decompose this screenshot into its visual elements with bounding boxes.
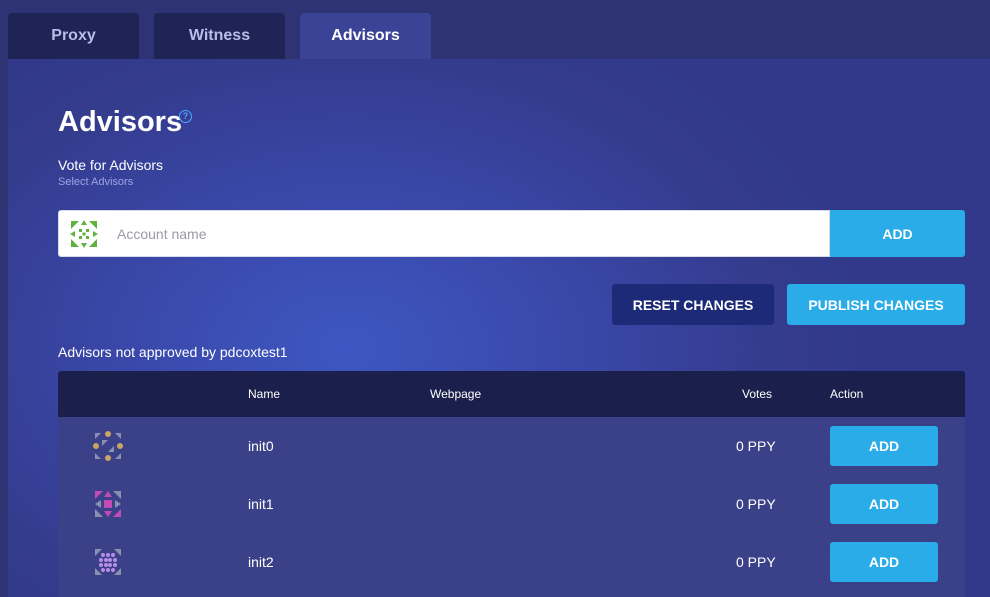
add-advisor-button[interactable]: ADD	[830, 426, 938, 466]
column-header-action: Action	[830, 387, 864, 401]
publish-changes-button[interactable]: PUBLISH CHANGES	[787, 284, 965, 325]
tab-proxy[interactable]: Proxy	[8, 13, 139, 59]
table-row: init1 0 PPY ADD	[58, 475, 965, 533]
reset-changes-button[interactable]: RESET CHANGES	[612, 284, 774, 325]
column-header-name: Name	[248, 387, 281, 401]
advisors-table: Name Webpage Votes Action init0 0 PPY AD…	[58, 371, 965, 597]
identicon-icon	[70, 220, 98, 248]
tab-witness[interactable]: Witness	[154, 13, 285, 59]
tab-bar: Proxy Witness Advisors	[0, 0, 990, 59]
row-votes: 0 PPY	[736, 496, 776, 512]
advisors-panel: Advisors ? Vote for Advisors Select Advi…	[8, 59, 990, 597]
table-row: init2 0 PPY ADD	[58, 533, 965, 591]
row-votes: 0 PPY	[736, 438, 776, 454]
add-account-button[interactable]: ADD	[830, 210, 965, 257]
account-name-input[interactable]	[107, 211, 807, 256]
select-hint: Select Advisors	[58, 176, 134, 188]
table-body: init0 0 PPY ADD init1 0 PPY ADD init2 0 …	[58, 417, 965, 597]
page-title: Advisors	[58, 106, 183, 138]
column-header-votes: Votes	[742, 387, 773, 401]
identicon-icon	[93, 431, 123, 461]
row-name: init0	[248, 438, 274, 454]
add-advisor-button[interactable]: ADD	[830, 484, 938, 524]
table-header: Name Webpage Votes Action	[58, 371, 965, 417]
identicon-icon	[95, 491, 121, 517]
row-votes: 0 PPY	[736, 554, 776, 570]
add-advisor-button[interactable]: ADD	[830, 542, 938, 582]
row-name: init2	[248, 554, 274, 570]
account-search-box	[58, 210, 830, 257]
identicon-icon	[95, 549, 121, 575]
column-header-webpage: Webpage	[430, 387, 482, 401]
vote-subtitle: Vote for Advisors	[58, 157, 164, 173]
table-row: init0 0 PPY ADD	[58, 417, 965, 475]
table-label: Advisors not approved by pdcoxtest1	[58, 344, 288, 360]
row-name: init1	[248, 496, 274, 512]
tab-advisors[interactable]: Advisors	[300, 13, 431, 59]
help-icon[interactable]: ?	[179, 110, 192, 123]
